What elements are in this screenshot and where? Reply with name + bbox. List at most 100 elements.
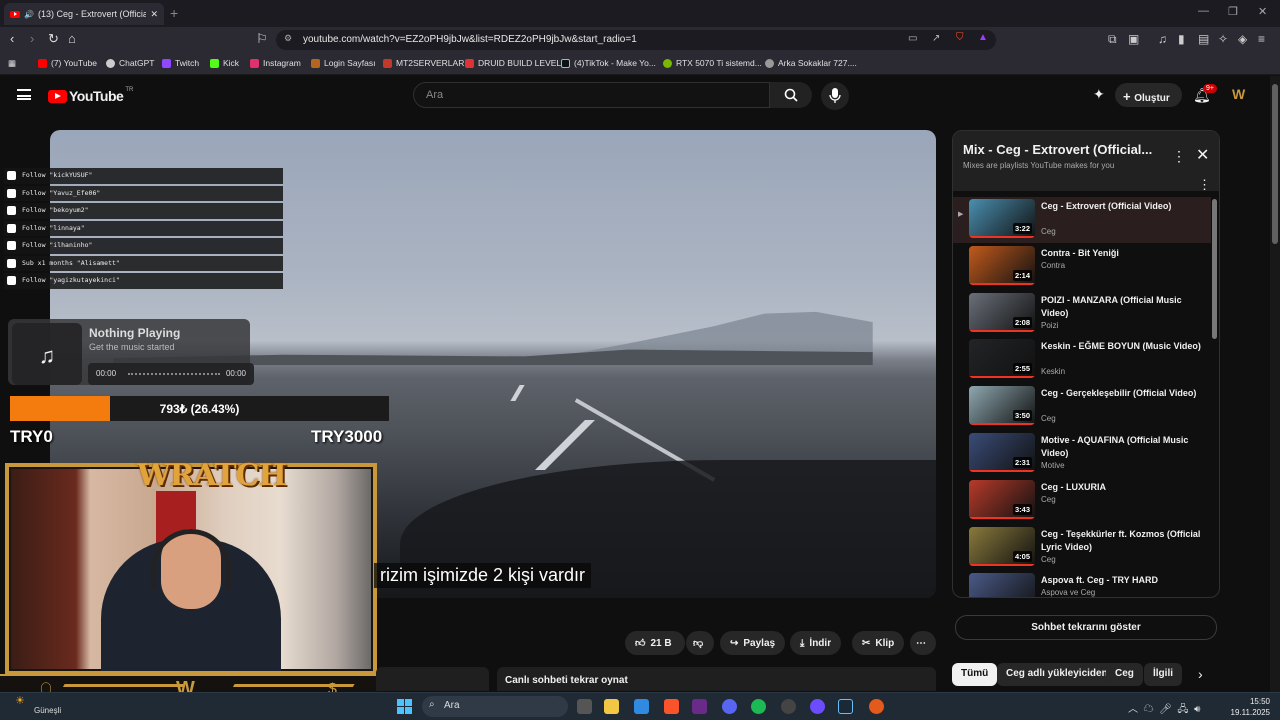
menu-icon[interactable]: ≡ <box>1258 32 1265 46</box>
bookmark-rtx[interactable]: RTX 5070 Ti sistemd... <box>663 58 762 68</box>
bookmark-youtube[interactable]: (7) YouTube <box>38 58 97 68</box>
share-button[interactable]: ↪ Paylaş <box>720 631 786 655</box>
nzxt-icon[interactable] <box>692 699 707 714</box>
youtube-logo[interactable]: YouTube TR <box>48 87 133 104</box>
bookmark-mt2[interactable]: MT2SERVERLAR <box>383 58 464 68</box>
leo-ai-icon[interactable]: ✧ <box>1218 32 1228 46</box>
share-page-icon[interactable]: ↗ <box>932 33 940 44</box>
live-chat-replay-header[interactable]: Canlı sohbeti tekrar oynat <box>497 667 936 691</box>
playlist-item[interactable]: 4:05 Ceg - Teşekkürler ft. Kozmos (Offici… <box>953 525 1211 571</box>
video-thumbnail[interactable]: 3:22 <box>969 573 1035 597</box>
bookmark-twitch[interactable]: Twitch <box>162 58 199 68</box>
new-tab-button[interactable]: + <box>170 5 178 21</box>
forward-icon[interactable]: › <box>30 31 34 46</box>
bookmark-instagram[interactable]: Instagram <box>250 58 301 68</box>
playlist-item[interactable]: 2:08 POIZI - MANZARA (Official Music Vide… <box>953 291 1211 337</box>
chip-all[interactable]: Tümü <box>952 663 998 686</box>
brave-rewards-icon[interactable]: ▲ <box>978 32 988 43</box>
reload-icon[interactable]: ↻ <box>48 31 59 47</box>
account-avatar-icon[interactable]: W <box>1232 86 1245 102</box>
bookmark-kick[interactable]: Kick <box>210 58 239 68</box>
task-view-icon[interactable] <box>577 699 592 714</box>
like-button[interactable]: 👍︎ 21 B <box>625 631 685 655</box>
back-icon[interactable]: ‹ <box>10 31 14 46</box>
chip-related[interactable]: İlgili <box>1144 663 1182 686</box>
search-button[interactable] <box>770 82 812 108</box>
kick-ext-icon[interactable]: ✦ <box>1093 86 1105 103</box>
home-icon[interactable]: ⌂ <box>68 31 76 46</box>
playlist-item[interactable]: 3:22 Aspova ft. Ceg - TRY HARD Aspova ve C… <box>953 571 1211 597</box>
video-thumbnail[interactable]: 2:14 <box>969 245 1035 285</box>
window-close-icon[interactable]: ✕ <box>1258 5 1267 18</box>
search-input[interactable]: Ara <box>413 82 770 108</box>
bookmark-login[interactable]: Login Sayfası <box>311 58 376 68</box>
browser-tab[interactable]: 🔊 (13) Ceg - Extrovert (Official V ✕ <box>4 3 164 25</box>
playlist-item[interactable]: 2:14 Contra - Bit Yeniği Contra <box>953 244 1211 290</box>
maximize-icon[interactable]: ❐ <box>1228 5 1238 18</box>
bookmark-chatgpt[interactable]: ChatGPT <box>106 58 154 68</box>
playlist-item[interactable]: ▶ 3:22 Ceg - Extrovert (Official Video) Ceg <box>953 197 1211 243</box>
hamburger-menu-icon[interactable] <box>17 89 31 100</box>
playlist-item[interactable]: 3:50 Ceg - Gerçekleşebilir (Official Vide… <box>953 384 1211 430</box>
chip-ceg[interactable]: Ceg <box>1106 663 1143 686</box>
brave-icon[interactable] <box>664 699 679 714</box>
video-thumbnail[interactable]: 2:31 <box>969 433 1035 472</box>
media-icon[interactable]: ♫ <box>1158 32 1167 46</box>
download-button[interactable]: ⤓ İndir <box>790 631 842 655</box>
system-tray[interactable]: ︿ ☁ 🎤︎ 🖧 🔊︎ <box>1128 700 1200 719</box>
video-thumbnail[interactable]: 2:08 <box>969 292 1035 332</box>
bookmark-druid[interactable]: DRUID BUILD LEVEL <box>465 58 561 68</box>
bookmark-icon[interactable]: ⚐ <box>256 31 268 47</box>
playlist-scrollbar[interactable] <box>1212 199 1217 339</box>
spotify-icon[interactable] <box>751 699 766 714</box>
vpn-icon[interactable]: ◈ <box>1238 32 1247 46</box>
scrollbar-thumb[interactable] <box>1272 84 1278 244</box>
tab-close-icon[interactable]: ✕ <box>150 9 158 20</box>
page-scrollbar[interactable] <box>1270 76 1280 692</box>
voice-search-button[interactable] <box>821 82 849 110</box>
steam-icon[interactable] <box>838 699 853 714</box>
mix-close-icon[interactable]: ✕ <box>1196 145 1209 165</box>
screenshot-icon[interactable]: ▣ <box>1128 32 1139 46</box>
address-bar[interactable]: ⚙ youtube.com/watch?v=EZ2oPH9jbJw&list=R… <box>276 30 996 50</box>
playlist-options-icon[interactable]: ⋮ <box>1198 177 1211 193</box>
start-button[interactable] <box>397 699 412 714</box>
app-icon[interactable] <box>810 699 825 714</box>
apps-grid-icon[interactable]: ▦ <box>8 58 16 69</box>
file-explorer-icon[interactable] <box>604 699 619 714</box>
video-thumbnail[interactable]: 3:50 <box>969 386 1035 426</box>
weather-icon[interactable]: ☀ <box>15 694 25 707</box>
chip-from-uploader[interactable]: Ceg adlı yükleyiciden <box>997 663 1117 686</box>
brave-shield-icon[interactable]: ⛉ <box>956 32 964 43</box>
video-thumbnail[interactable]: 3:22 <box>969 199 1035 238</box>
description-box[interactable] <box>376 667 489 691</box>
playlist-item[interactable]: 2:31 Motive - AQUAFINA (Official Music Vi… <box>953 431 1211 477</box>
store-icon[interactable] <box>634 699 649 714</box>
taskbar-search[interactable]: ⌕ Ara <box>422 696 568 717</box>
create-button[interactable]: + Oluştur <box>1115 83 1182 107</box>
dislike-button[interactable]: 👎︎ <box>686 631 714 655</box>
cast-icon[interactable]: ▭ <box>908 33 917 44</box>
speaker-icon[interactable]: 🔊 <box>24 10 34 19</box>
chips-next-icon[interactable]: › <box>1198 666 1203 682</box>
minimize-icon[interactable]: — <box>1198 5 1209 17</box>
sidebar-icon[interactable]: ▮ <box>1178 32 1185 46</box>
video-thumbnail[interactable]: 4:05 <box>969 526 1035 566</box>
video-thumbnail[interactable]: 3:43 <box>969 479 1035 519</box>
site-info-icon[interactable]: ⚙ <box>284 33 292 44</box>
playlist-item[interactable]: 2:55 Keskin - EĞME BOYUN (Music Video) Kes… <box>953 337 1211 383</box>
mix-more-icon[interactable]: ⋮ <box>1172 148 1186 165</box>
bookmark-arka-sokaklar[interactable]: Arka Sokaklar 727.... <box>765 58 857 68</box>
clock[interactable]: 15:50 19.11.2025 <box>1226 696 1270 718</box>
show-chat-replay-button[interactable]: Sohbet tekrarını göster <box>955 615 1217 640</box>
bookmark-tiktok[interactable]: (4)TikTok - Make Yo... <box>561 58 656 68</box>
extensions-icon[interactable]: ⧉ <box>1108 32 1117 47</box>
wallet-icon[interactable]: ▤ <box>1198 32 1209 46</box>
obs-icon[interactable] <box>781 699 796 714</box>
playlist-item[interactable]: 3:43 Ceg - LUXURIA Ceg <box>953 478 1211 524</box>
game-launcher-icon[interactable] <box>869 699 884 714</box>
video-thumbnail[interactable]: 2:55 <box>969 339 1035 379</box>
more-actions-button[interactable]: ⋯ <box>910 631 936 655</box>
clip-button[interactable]: ✂ Klip <box>852 631 905 655</box>
discord-icon[interactable] <box>722 699 737 714</box>
